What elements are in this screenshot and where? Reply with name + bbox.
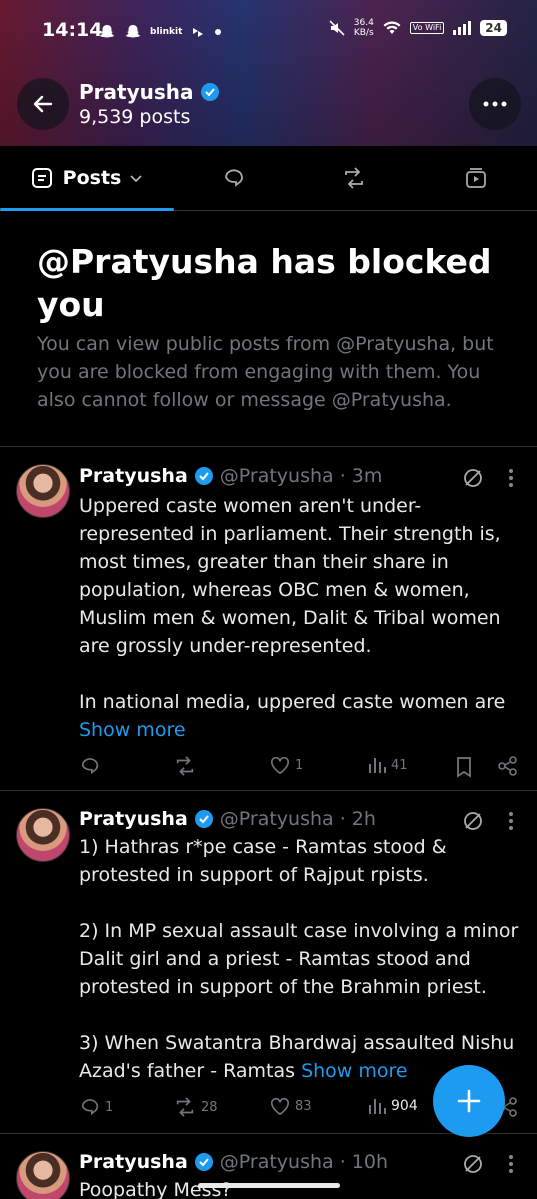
grok-icon[interactable]: [462, 467, 484, 489]
reply-bubble-icon: [225, 169, 243, 187]
tab-media[interactable]: [414, 146, 537, 210]
profile-tabs: Posts: [0, 146, 537, 211]
post-text: Uppered caste women aren't under-represe…: [79, 495, 506, 741]
posts-filter-icon: [31, 168, 52, 188]
avatar[interactable]: [16, 464, 70, 518]
status-time: 14:14: [42, 19, 103, 41]
reply-icon: [81, 1099, 99, 1116]
profile-name: Pratyusha: [79, 80, 220, 104]
tab-active-indicator: [0, 208, 174, 211]
grok-icon[interactable]: [462, 1153, 484, 1175]
chevron-down-icon: [130, 175, 142, 183]
app-logo-icon: [193, 28, 204, 37]
grok-icon[interactable]: [462, 810, 484, 832]
blocked-notice: @Pratyusha has blocked you You can view …: [37, 240, 507, 414]
dot-icon: [215, 29, 222, 35]
show-more-link[interactable]: Show more: [301, 1060, 408, 1082]
analytics-icon: [369, 758, 386, 773]
heart-icon: [271, 1097, 289, 1116]
avatar[interactable]: [16, 1151, 70, 1199]
post-menu-icon[interactable]: [503, 811, 519, 831]
verified-badge-icon: [194, 1153, 213, 1171]
snapchat-icon: [125, 25, 141, 38]
repost-icon: [176, 756, 194, 776]
net-speed: 36.4 KB/s: [353, 18, 374, 38]
blocked-title: @Pratyusha has blocked you: [37, 242, 492, 324]
reply-button[interactable]: [79, 755, 105, 777]
blocked-message: You can view public posts from @Pratyush…: [37, 333, 494, 411]
home-indicator[interactable]: [198, 1183, 340, 1188]
post-menu-icon[interactable]: [503, 468, 519, 488]
like-button[interactable]: 83: [269, 1096, 312, 1116]
tab-posts[interactable]: Posts: [0, 146, 174, 211]
mute-icon: [329, 20, 345, 36]
back-button[interactable]: [17, 78, 69, 130]
post-item[interactable]: Pratyusha @Pratyusha · 10h Poopathy Mess…: [0, 1134, 537, 1199]
show-more-link[interactable]: Show more: [79, 719, 186, 741]
media-video-icon: [465, 168, 486, 188]
system-indicators: 36.4 KB/s Vo WiFi 24: [328, 18, 507, 38]
post-item[interactable]: Pratyusha @Pratyusha · 3m Uppered caste …: [0, 447, 537, 789]
reply-button[interactable]: 1: [79, 1096, 113, 1118]
blinkit-label: blinkit: [150, 27, 183, 37]
snapchat-icon: [99, 25, 115, 38]
post-text: 1) Hathras r*pe case - Ramtas stood & pr…: [79, 836, 519, 1082]
bookmark-icon[interactable]: [455, 756, 473, 778]
repost-icon: [345, 167, 363, 189]
heart-icon: [271, 756, 289, 775]
notification-icons: blinkit: [98, 23, 222, 41]
more-options-button[interactable]: [469, 78, 521, 130]
views-button[interactable]: 41: [367, 755, 408, 775]
post-header: Pratyusha @Pratyusha · 3m: [79, 465, 383, 487]
battery-indicator: 24: [480, 20, 507, 36]
repost-icon: [176, 1097, 194, 1117]
verified-badge-icon: [194, 467, 213, 485]
post-count: 9,539 posts: [79, 106, 191, 128]
reply-icon: [81, 758, 99, 775]
tab-reposts[interactable]: [294, 146, 414, 210]
post-header: Pratyusha @Pratyusha · 10h: [79, 1151, 388, 1173]
avatar[interactable]: [16, 808, 70, 862]
compose-post-button[interactable]: [433, 1065, 505, 1137]
verified-badge-icon: [194, 810, 213, 828]
post-header: Pratyusha @Pratyusha · 2h: [79, 808, 376, 830]
signal-icon: [453, 21, 472, 35]
like-button[interactable]: 1: [269, 755, 303, 775]
tab-replies[interactable]: [174, 146, 294, 210]
share-icon[interactable]: [497, 755, 519, 777]
post-actions: 1 41: [79, 755, 519, 779]
vowifi-badge: Vo WiFi: [409, 22, 445, 34]
more-horizontal-icon: [483, 101, 507, 107]
analytics-icon: [369, 1099, 386, 1114]
repost-button[interactable]: 28: [173, 1096, 218, 1118]
wifi-icon: [383, 21, 401, 34]
plus-icon: [457, 1089, 481, 1113]
verified-badge-icon: [200, 83, 219, 101]
post-menu-icon[interactable]: [503, 1154, 519, 1174]
views-button[interactable]: 904: [367, 1096, 418, 1116]
status-bar: 14:14 blinkit 36.4 KB/s Vo WiFi 24: [0, 14, 537, 50]
repost-button[interactable]: [173, 755, 201, 777]
arrow-left-icon: [33, 95, 53, 113]
